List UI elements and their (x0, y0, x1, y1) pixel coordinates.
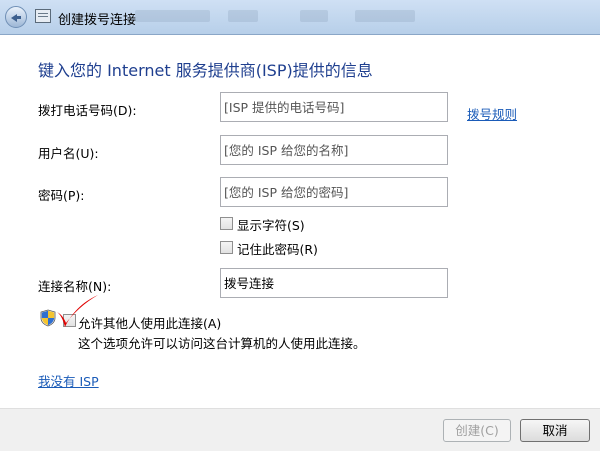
background-glimpse (300, 10, 328, 22)
back-arrow-icon[interactable] (5, 6, 27, 28)
username-label: 用户名(U): (38, 146, 99, 161)
phone-number-input[interactable]: [ISP 提供的电话号码] (220, 92, 448, 122)
connection-name-input[interactable]: 拨号连接 (220, 268, 448, 298)
password-input[interactable]: [您的 ISP 给您的密码] (220, 177, 448, 207)
username-input[interactable]: [您的 ISP 给您的名称] (220, 135, 448, 165)
background-glimpse (228, 10, 258, 22)
title-bar: 创建拨号连接 (0, 0, 600, 35)
create-button[interactable]: 创建(C) (443, 419, 511, 442)
dial-rules-link[interactable]: 拨号规则 (467, 104, 517, 123)
page-heading: 键入您的 Internet 服务提供商(ISP)提供的信息 (38, 61, 373, 80)
cancel-button[interactable]: 取消 (520, 419, 590, 442)
remember-password-checkbox[interactable] (220, 241, 233, 254)
allow-others-description: 这个选项允许可以访问这台计算机的人使用此连接。 (78, 336, 366, 351)
show-chars-checkbox[interactable] (220, 217, 233, 230)
allow-others-label[interactable]: 允许其他人使用此连接(A) (78, 313, 221, 332)
no-isp-link[interactable]: 我没有 ISP (38, 371, 99, 390)
window-title: 创建拨号连接 (58, 13, 137, 28)
remember-password-label[interactable]: 记住此密码(R) (237, 239, 318, 258)
password-label: 密码(P): (38, 188, 85, 203)
show-chars-label[interactable]: 显示字符(S) (237, 215, 305, 234)
phone-label: 拨打电话号码(D): (38, 103, 137, 118)
dialup-window-icon (35, 9, 51, 23)
background-glimpse (135, 10, 210, 22)
background-glimpse (355, 10, 415, 22)
